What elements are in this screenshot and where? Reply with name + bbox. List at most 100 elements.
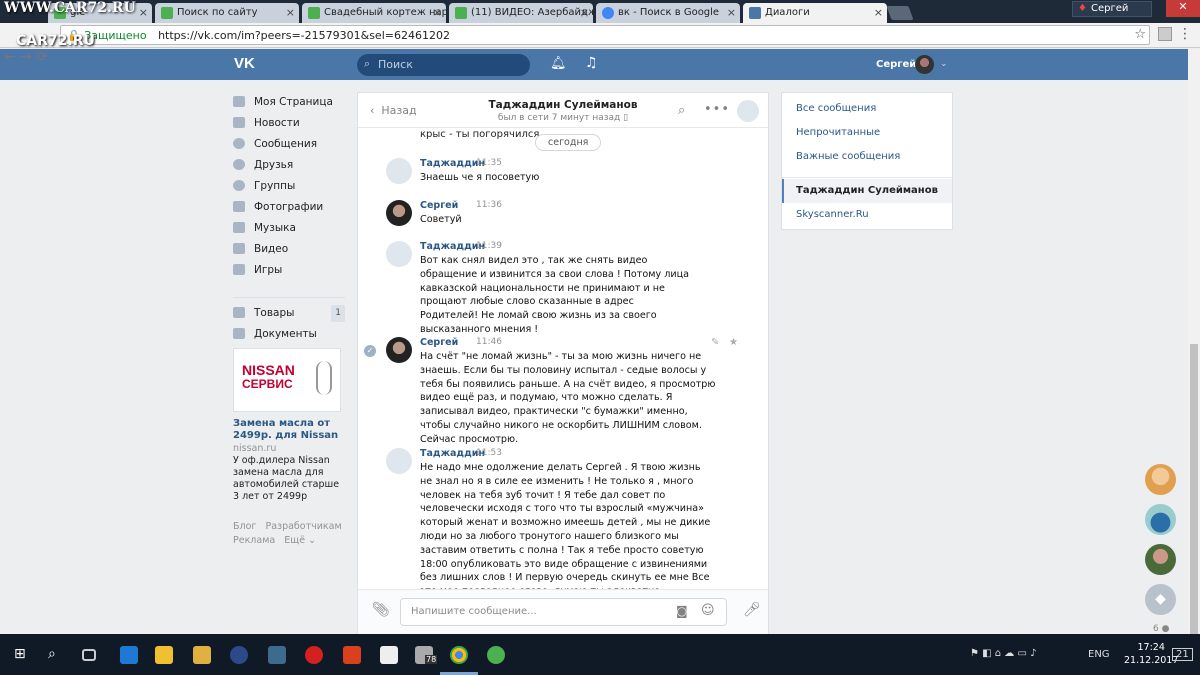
message-time[interactable]: 11:53 (476, 448, 502, 458)
utorrent-icon[interactable] (487, 646, 505, 664)
avatar[interactable] (1145, 544, 1176, 575)
menu-item-groups[interactable]: Группы (233, 179, 345, 200)
message[interactable]: Таджаддин 11:53 Не надо мне одолжение де… (386, 448, 756, 589)
menu-item-documents[interactable]: Документы (233, 327, 345, 348)
chrome-icon[interactable] (450, 646, 468, 664)
menu-item-music[interactable]: Музыка (233, 221, 345, 242)
chrome-menu-icon[interactable]: ⋮ (1178, 26, 1192, 42)
chevron-down-icon[interactable]: ⌄ (940, 59, 948, 69)
clock[interactable]: 17:24 21.12.2017 (1124, 641, 1178, 667)
tray-icons[interactable]: ⚑ ◧ ⌂ ☁ ▭ ♪ (970, 648, 1036, 659)
language-indicator[interactable]: ENG (1088, 649, 1110, 660)
camera-icon (233, 201, 245, 212)
scrollbar-thumb[interactable] (1190, 344, 1198, 634)
store-icon[interactable] (380, 646, 398, 664)
app-icon[interactable]: 78 (415, 646, 438, 664)
dialog-item[interactable]: Skyscanner.Ru (796, 209, 869, 220)
avatar[interactable] (386, 158, 412, 184)
browser-tab-active[interactable]: Диалоги × (743, 3, 887, 23)
media-icon[interactable] (193, 646, 211, 664)
browser-tab[interactable]: вк - Поиск в Google × (596, 3, 740, 23)
menu-item-friends[interactable]: Друзья (233, 158, 345, 179)
menu-item-video[interactable]: Видео (233, 242, 345, 263)
more-icon[interactable]: ••• (704, 102, 730, 117)
footer-more-link[interactable]: Ещё (284, 535, 305, 546)
window-close-button[interactable]: ✕ (1166, 0, 1200, 17)
close-icon[interactable]: × (727, 6, 736, 19)
browser-profile-chip[interactable]: ♦ Сергей (1072, 1, 1152, 17)
search-icon[interactable]: ⌕ (678, 103, 685, 118)
camera-icon[interactable]: ◙ (676, 604, 688, 618)
task-view-icon[interactable] (82, 649, 96, 661)
star-icon[interactable]: ★ (729, 337, 738, 348)
message[interactable]: Таджаддин 11:39 Вот как снял видел это ,… (386, 241, 756, 335)
dialog-filter-panel: Все сообщения Непрочитанные Важные сообщ… (781, 92, 953, 230)
avatar[interactable] (386, 448, 412, 474)
footer-blog-link[interactable]: Блог (233, 521, 256, 532)
app-icon[interactable] (343, 646, 361, 664)
smile-icon[interactable]: ☺ (701, 603, 715, 618)
header-user-name[interactable]: Сергей (876, 59, 916, 70)
filter-important[interactable]: Важные сообщения (796, 151, 900, 162)
message[interactable]: Таджаддин 11:35 Знаешь че я посоветую (386, 158, 756, 188)
menu-item-goods[interactable]: Товары 1 (233, 305, 345, 327)
edge-icon[interactable] (120, 646, 138, 664)
bell-icon[interactable]: 🔔︎ (550, 56, 567, 71)
search-icon[interactable]: ⌕ (48, 646, 66, 664)
back-forward-icons[interactable]: ← → ⟳ (4, 49, 48, 65)
menu-item-my-page[interactable]: Моя Страница (233, 95, 345, 116)
close-icon[interactable]: × (139, 6, 148, 19)
message-time[interactable]: 11:46 (476, 337, 502, 347)
check-icon[interactable]: ✓ (364, 345, 376, 357)
message-time[interactable]: 11:35 (476, 158, 502, 168)
pencil-icon[interactable]: ✎ (711, 337, 719, 348)
new-tab-button[interactable] (886, 6, 914, 20)
message-time[interactable]: 11:39 (476, 241, 502, 251)
windows-start-icon[interactable]: ⊞ (14, 646, 32, 664)
close-icon[interactable]: × (286, 6, 295, 19)
app-icon[interactable] (268, 646, 286, 664)
app-icon[interactable] (230, 646, 248, 664)
browser-tab[interactable]: (11) ВИДЕО: Азербайдж × (449, 3, 593, 23)
close-icon[interactable]: × (874, 6, 883, 19)
message[interactable]: Сергей 11:36 Советуй (386, 200, 756, 230)
extension-icon[interactable] (1158, 27, 1172, 41)
avatar[interactable] (386, 241, 412, 267)
message-author[interactable]: Сергей (420, 200, 458, 211)
menu-item-photos[interactable]: Фотографии (233, 200, 345, 221)
paperclip-icon[interactable]: 📎︎ (372, 602, 390, 618)
music-note-icon[interactable]: ♫ (585, 55, 598, 71)
avatar[interactable] (1145, 464, 1176, 495)
message-selected[interactable]: ✓ Сергей 11:46 ✎ ★ На счёт "не ломай жиз… (364, 337, 756, 445)
notifications-icon[interactable]: 21 (1172, 648, 1193, 661)
message-author[interactable]: Сергей (420, 337, 458, 348)
footer-ads-link[interactable]: Реклама (233, 535, 275, 546)
ad-banner[interactable]: NISSAN СЕРВИС (233, 348, 341, 412)
url-input[interactable]: 🔒 Защищено https://vk.com/im?peers=-2157… (60, 25, 1150, 45)
footer-dev-link[interactable]: Разработчикам (265, 521, 341, 532)
avatar[interactable] (915, 55, 934, 74)
opera-icon[interactable] (305, 646, 323, 664)
browser-tab[interactable]: Свадебный кортеж нар × (302, 3, 446, 23)
avatar[interactable] (1145, 504, 1176, 535)
browser-tab[interactable]: Поиск по сайту × (155, 3, 299, 23)
dialog-item-selected[interactable]: Таджаддин Сулейманов (782, 179, 952, 203)
ad-title[interactable]: Замена масла от 2499р. для Nissan (233, 418, 345, 442)
close-icon[interactable]: × (433, 6, 442, 19)
avatar[interactable] (386, 200, 412, 226)
bookmark-star-icon[interactable]: ☆ (1134, 27, 1146, 42)
menu-item-news[interactable]: Новости (233, 116, 345, 137)
microphone-icon[interactable]: 🎤︎ (743, 602, 761, 618)
vk-logo-icon[interactable]: VK (234, 55, 255, 72)
search-input[interactable]: ⌕ Поиск (357, 54, 530, 76)
peer-avatar[interactable] (737, 100, 759, 122)
avatar[interactable] (386, 337, 412, 363)
filter-unread[interactable]: Непрочитанные (796, 127, 880, 138)
menu-item-games[interactable]: Игры (233, 263, 345, 284)
close-icon[interactable]: × (580, 6, 589, 19)
dog-avatar-icon[interactable]: ◆ (1145, 584, 1176, 615)
menu-item-messages[interactable]: Сообщения (233, 137, 345, 158)
folder-icon[interactable] (155, 646, 173, 664)
message-time[interactable]: 11:36 (476, 200, 502, 210)
filter-all-messages[interactable]: Все сообщения (796, 103, 876, 114)
